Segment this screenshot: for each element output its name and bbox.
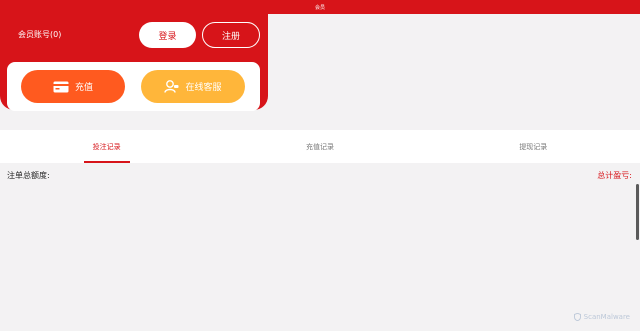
record-tabs: 投注记录 充值记录 提现记录: [0, 130, 640, 163]
total-bet-label: 注单总额度:: [7, 171, 50, 180]
quick-actions-card: 充值 在线客服: [7, 62, 260, 111]
tab-bet-records[interactable]: 投注记录: [0, 130, 213, 163]
records-content: [0, 163, 640, 331]
account-label: 会员账号(0): [18, 30, 62, 39]
tab-recharge-records[interactable]: 充值记录: [213, 130, 426, 163]
tab-withdraw-records[interactable]: 提现记录: [427, 130, 640, 163]
total-profit-label: 总计盈亏:: [597, 171, 632, 180]
login-button[interactable]: 登录: [139, 22, 196, 48]
watermark-text: ScanMalware: [583, 313, 630, 321]
top-bar: 会员: [0, 0, 640, 14]
support-label: 在线客服: [185, 83, 222, 93]
card-icon: [53, 81, 69, 92]
recharge-label: 充值: [74, 83, 93, 93]
shield-icon: [573, 313, 581, 321]
support-button[interactable]: 在线客服: [141, 70, 245, 103]
scrollbar[interactable]: [636, 184, 639, 240]
register-button[interactable]: 注册: [202, 22, 260, 48]
support-icon: [164, 80, 179, 93]
top-bar-title: 会员: [314, 4, 325, 11]
recharge-button[interactable]: 充值: [21, 70, 125, 103]
watermark: ScanMalware: [573, 313, 630, 321]
